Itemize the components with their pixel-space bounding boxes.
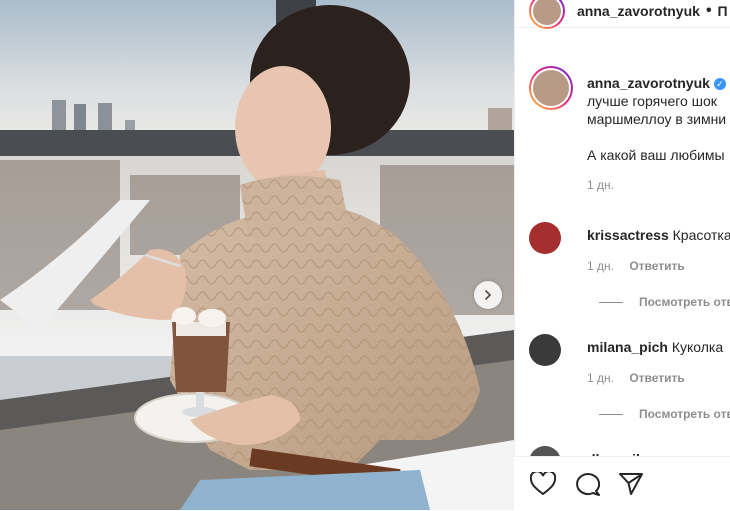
caption-username[interactable]: anna_zavorotnyuk [587,75,710,91]
view-replies-button[interactable]: Посмотреть отве [599,407,730,421]
follow-button[interactable]: П [718,3,728,19]
author-avatar[interactable] [529,0,565,29]
comments-panel: anna_zavorotnyuk • П anna_zavorotnyuk ✓ л… [514,0,730,510]
comment-time: 1 дн. [587,259,614,273]
comment-time: 1 дн. [587,371,614,385]
verified-badge-icon: ✓ [713,78,726,90]
caption-body: anna_zavorotnyuk ✓ лучше горячего шок мар… [587,74,726,194]
post-photo[interactable] [0,0,514,510]
post-actions [514,456,730,511]
comment-text: milana_pich Куколка [587,338,723,356]
reply-button[interactable]: Ответить [629,371,684,385]
comment-body: Красотка [672,227,730,243]
comment-item: milana_pich Куколка 1 дн. Ответить Посмо… [529,334,730,421]
comment-avatar[interactable] [529,222,561,254]
comment-avatar[interactable] [529,334,561,366]
comment-username[interactable]: krissactress [587,227,669,243]
caption-avatar[interactable] [529,66,573,110]
comment-bubble-icon[interactable] [574,472,600,496]
photo-illustration [0,0,514,510]
caption-time: 1 дн. [587,178,614,192]
comment-text: krissactress Красотка [587,226,730,244]
caption-line-1: лучше горячего шок [587,93,717,109]
comment-item: krissactress Красотка 1 дн. Ответить Пос… [529,222,730,309]
comment-meta: 1 дн. Ответить [587,259,685,273]
paper-plane-icon[interactable] [618,472,644,496]
chevron-right-icon [485,290,492,300]
post-header: anna_zavorotnyuk • П [515,0,730,29]
view-replies-label: Посмотреть отве [639,407,730,421]
view-replies-line [599,414,623,416]
reply-button[interactable]: Ответить [629,259,684,273]
header-separator: • [705,2,712,19]
caption: anna_zavorotnyuk ✓ лучше горячего шок мар… [529,66,730,192]
next-photo-button[interactable] [474,281,502,309]
heart-icon[interactable] [530,472,556,496]
caption-line-3: А какой ваш любимы [587,147,725,163]
view-replies-line [599,302,623,304]
caption-line-2: маршмеллоу в зимни [587,111,727,127]
view-replies-label: Посмотреть отве [639,295,730,309]
comment-body: Куколка [671,339,724,355]
view-replies-button[interactable]: Посмотреть отве [599,295,730,309]
comment-username[interactable]: milana_pich [587,339,668,355]
author-username[interactable]: anna_zavorotnyuk [577,3,700,19]
comment-meta: 1 дн. Ответить [587,371,685,385]
